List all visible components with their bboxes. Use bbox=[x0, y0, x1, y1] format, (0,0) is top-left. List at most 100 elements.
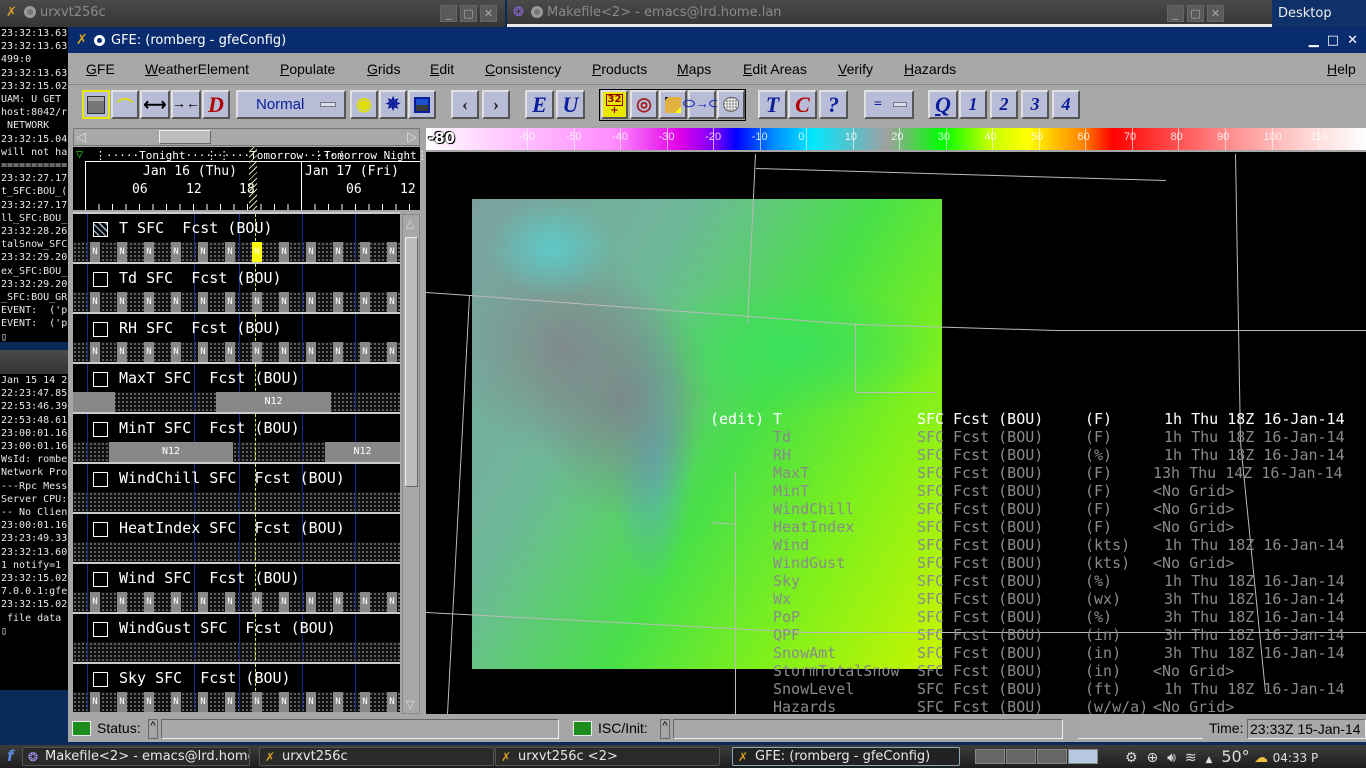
grid-block[interactable]: N bbox=[90, 692, 100, 712]
task-emacs[interactable]: ❂ Makefile<2> - emacs@lrd.home. bbox=[22, 747, 250, 766]
menu-gfe[interactable]: GFE bbox=[86, 61, 115, 77]
terminal-titlebar[interactable] bbox=[0, 350, 68, 374]
scroll-down-icon[interactable]: ▽ bbox=[406, 698, 414, 711]
grid-checkbox[interactable] bbox=[93, 472, 108, 487]
compress-time-button[interactable]: →← bbox=[171, 90, 201, 119]
close-button[interactable]: ✕ bbox=[480, 5, 497, 22]
grid-block[interactable]: N bbox=[387, 292, 397, 312]
interpolate-button[interactable]: ⬭→⬭ bbox=[683, 90, 721, 119]
grid-block[interactable]: N bbox=[225, 592, 235, 612]
grid-block[interactable]: N bbox=[252, 342, 262, 362]
grid-block[interactable]: N bbox=[360, 692, 370, 712]
grid-block[interactable]: N12 bbox=[109, 442, 233, 462]
preset-2-button[interactable]: 2 bbox=[990, 90, 1018, 119]
help-query-button[interactable]: ? bbox=[819, 90, 848, 119]
preset-3-button[interactable]: 3 bbox=[1021, 90, 1049, 119]
grid-block[interactable]: N bbox=[333, 592, 343, 612]
grid-block[interactable]: N bbox=[279, 342, 289, 362]
close-button[interactable]: ✕ bbox=[1207, 5, 1224, 22]
grid-timeline-bar[interactable] bbox=[73, 492, 400, 512]
terminal-output-bottom[interactable]: Jan 15 14 2 22:23:47.85 22:53:46.39 22:53:4… bbox=[0, 374, 68, 690]
scroll-up-icon[interactable]: △ bbox=[406, 217, 414, 230]
grid-block[interactable]: N bbox=[225, 292, 235, 312]
scrollbar-thumb[interactable] bbox=[159, 130, 211, 144]
grid-row[interactable]: N N N N N N N N N N N N Wind SFC Fcst (BOU) bbox=[73, 562, 400, 612]
grid-block[interactable]: N bbox=[144, 342, 154, 362]
gfe-titlebar[interactable]: ✗ GFE: (romberg - gfeConfig) ▁ □ ✕ bbox=[68, 28, 1366, 53]
menu-weatherelement[interactable]: WeatherElement bbox=[145, 61, 249, 77]
grid-block[interactable]: N bbox=[198, 242, 208, 262]
grid-block[interactable]: N bbox=[360, 292, 370, 312]
workspace-4[interactable] bbox=[1068, 749, 1098, 764]
select-pane-button[interactable] bbox=[82, 90, 110, 119]
grid-checkbox[interactable] bbox=[93, 272, 108, 287]
grid-checkbox[interactable] bbox=[93, 372, 108, 387]
grid-row[interactable]: N N N N N N N N N N N N Sky SFC Fcst (BOU) bbox=[73, 662, 400, 712]
grid-block[interactable]: N bbox=[171, 592, 181, 612]
grid-block[interactable]: N bbox=[144, 592, 154, 612]
grid-timeline-bar[interactable] bbox=[73, 642, 400, 662]
grid-block[interactable]: N bbox=[144, 692, 154, 712]
scroll-left-icon[interactable]: ◁ bbox=[76, 130, 86, 145]
e-button[interactable]: E bbox=[525, 90, 554, 119]
grid-timeline-bar[interactable] bbox=[73, 542, 400, 562]
volume-icon[interactable]: 🔊︎ bbox=[1167, 750, 1176, 766]
window-menu-icon[interactable] bbox=[94, 35, 105, 46]
close-button[interactable]: ✕ bbox=[1347, 33, 1358, 48]
u-button[interactable]: U bbox=[556, 90, 585, 119]
grid-checkbox[interactable] bbox=[93, 622, 108, 637]
grid-block[interactable]: N bbox=[252, 292, 262, 312]
workspace-3[interactable] bbox=[1037, 749, 1067, 764]
isc-history-button[interactable]: ^ bbox=[660, 719, 670, 739]
terminal-output-top[interactable]: 23:32:13.63 23:32:13.63 499:0 23:32:13.63 23… bbox=[0, 27, 68, 342]
status-history-button[interactable]: ^ bbox=[148, 719, 158, 739]
menu-grids[interactable]: Grids bbox=[367, 61, 400, 77]
usb-icon[interactable]: ⊕ bbox=[1146, 750, 1158, 766]
grid-block[interactable]: N bbox=[387, 342, 397, 362]
sample-tool-button[interactable]: 32 + bbox=[601, 90, 628, 119]
grid-block[interactable]: N bbox=[225, 242, 235, 262]
time-marker-icon[interactable]: ▽ bbox=[76, 147, 83, 161]
task-urxvt-2[interactable]: ✗ urxvt256c <2> bbox=[495, 747, 720, 766]
pencil-target-button[interactable]: ◎ bbox=[630, 90, 658, 119]
grid-block[interactable]: N bbox=[360, 342, 370, 362]
background-window-emacs[interactable]: ❂ Makefile<2> - emacs@lrd.home.lan _ □ ✕ bbox=[507, 0, 1272, 27]
menu-edit[interactable]: Edit bbox=[430, 61, 454, 77]
grid-block[interactable]: N bbox=[171, 292, 181, 312]
contour-tool-button[interactable]: ⌒ bbox=[111, 90, 139, 119]
grid-checkbox[interactable] bbox=[93, 422, 108, 437]
grid-block[interactable]: N bbox=[171, 692, 181, 712]
grid-checkbox[interactable] bbox=[93, 222, 108, 237]
draw-area-button[interactable]: ✵ bbox=[379, 90, 407, 119]
delta-button[interactable]: D bbox=[202, 90, 230, 119]
grid-block[interactable]: N bbox=[90, 592, 100, 612]
grid-block[interactable]: N bbox=[90, 242, 100, 262]
grid-block[interactable]: N bbox=[279, 292, 289, 312]
grid-block[interactable]: N bbox=[117, 592, 127, 612]
grid-block[interactable]: N bbox=[252, 242, 262, 262]
grid-row[interactable]: N12 N12 MinT SFC Fcst (BOU) bbox=[73, 412, 400, 462]
grid-block[interactable]: N bbox=[306, 692, 316, 712]
wifi-icon[interactable]: ≋ bbox=[1185, 750, 1197, 766]
menu-consistency[interactable]: Consistency bbox=[485, 61, 561, 77]
grid-list-vertical-scrollbar[interactable]: △ ▽ bbox=[402, 214, 420, 714]
grid-block[interactable]: N bbox=[171, 342, 181, 362]
fedora-menu-icon[interactable]: f bbox=[7, 747, 14, 765]
grid-checkbox[interactable] bbox=[93, 322, 108, 337]
grid-block[interactable]: N bbox=[387, 242, 397, 262]
scrollbar-thumb[interactable] bbox=[405, 237, 418, 487]
window-menu-icon[interactable] bbox=[24, 6, 36, 18]
q-button[interactable]: Q bbox=[928, 90, 958, 119]
save-button[interactable] bbox=[408, 90, 436, 119]
grid-block[interactable]: N bbox=[306, 242, 316, 262]
grid-checkbox[interactable] bbox=[93, 672, 108, 687]
settings-gear-icon[interactable]: ⚙ bbox=[1125, 750, 1138, 766]
equals-dropdown[interactable]: = bbox=[864, 90, 914, 119]
weather-partly-cloudy-icon[interactable]: ☁ bbox=[1254, 750, 1268, 766]
grid-block[interactable]: N bbox=[252, 692, 262, 712]
grid-block[interactable]: N bbox=[144, 242, 154, 262]
grid-row[interactable]: N12 MaxT SFC Fcst (BOU) bbox=[73, 362, 400, 412]
grid-block[interactable]: N bbox=[117, 242, 127, 262]
grid-block[interactable]: N bbox=[117, 692, 127, 712]
grid-block[interactable]: N bbox=[306, 592, 316, 612]
